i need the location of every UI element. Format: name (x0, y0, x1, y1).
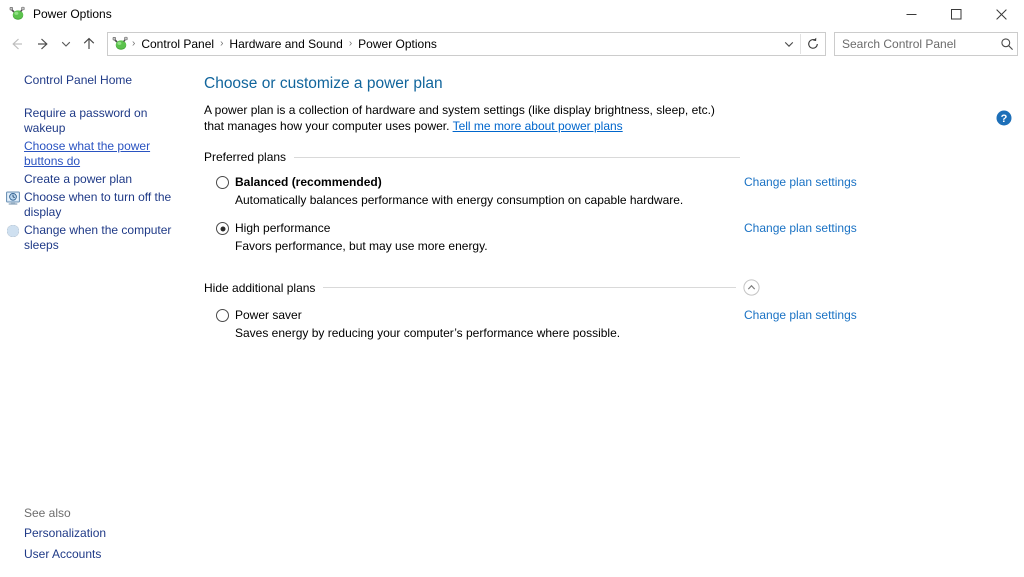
back-button[interactable] (4, 31, 30, 57)
see-also-title: See also (24, 506, 71, 520)
window-title: Power Options (33, 7, 112, 21)
close-icon (996, 8, 1007, 20)
address-bar: › Control Panel › Hardware and Sound › P… (0, 28, 1024, 60)
title-bar: Power Options (0, 0, 1024, 28)
change-plan-settings-link[interactable]: Change plan settings (744, 221, 857, 235)
plan-action-power-saver: Change plan settings (744, 308, 1024, 322)
sidebar-item-create-power-plan[interactable]: Create a power plan (0, 171, 200, 188)
search-icon[interactable] (997, 34, 1017, 54)
page-description: A power plan is a collection of hardware… (204, 102, 738, 134)
svg-text:?: ? (1001, 113, 1008, 125)
moon-sleep-icon (5, 223, 21, 239)
address-dropdown-button[interactable] (778, 34, 800, 54)
plan-description: Favors performance, but may use more ene… (235, 239, 488, 253)
sidebar-item-label[interactable]: Require a password on wakeup (24, 105, 192, 137)
refresh-button[interactable] (800, 34, 825, 54)
radio-balanced[interactable] (216, 176, 229, 189)
radio-high-performance[interactable] (216, 222, 229, 235)
sidebar-item-label[interactable]: Change when the computer sleeps (24, 222, 192, 254)
plan-action-balanced: Change plan settings (744, 175, 1024, 189)
sidebar-item-label[interactable]: Choose what the power buttons do (24, 138, 192, 170)
maximize-button[interactable] (934, 0, 979, 28)
main-panel: ? Choose or customize a power plan A pow… (200, 60, 1024, 577)
plan-name[interactable]: High performance (235, 221, 330, 235)
section-label: Preferred plans (204, 150, 287, 164)
breadcrumb-bar[interactable]: › Control Panel › Hardware and Sound › P… (107, 32, 826, 56)
breadcrumb-item-control-panel[interactable]: Control Panel (136, 34, 219, 54)
section-header-preferred-plans: Preferred plans (204, 150, 1024, 164)
plan-description: Automatically balances performance with … (235, 193, 684, 207)
close-button[interactable] (979, 0, 1024, 28)
up-button[interactable] (76, 31, 102, 57)
maximize-icon (951, 8, 962, 19)
sidebar-item-computer-sleeps[interactable]: Change when the computer sleeps (0, 222, 200, 254)
radio-power-saver[interactable] (216, 309, 229, 322)
chevron-up-circle-icon[interactable] (743, 279, 760, 296)
search-box[interactable] (834, 32, 1018, 56)
see-also-section: See also Personalization User Accounts (0, 504, 200, 565)
sidebar-item-control-panel-home[interactable]: Control Panel Home (24, 72, 200, 90)
page-title: Choose or customize a power plan (204, 75, 443, 92)
content-area: Control Panel Home Require a password on… (0, 60, 1024, 577)
forward-button[interactable] (30, 31, 56, 57)
sidebar-item-label[interactable]: Choose when to turn off the display (24, 189, 192, 221)
sidebar-item-require-password[interactable]: Require a password on wakeup (0, 105, 200, 137)
plan-name[interactable]: Balanced (recommended) (235, 175, 382, 189)
help-question-icon[interactable]: ? (996, 110, 1012, 126)
chevron-down-icon (61, 41, 71, 47)
search-input[interactable] (835, 37, 997, 51)
power-plug-icon (9, 6, 25, 22)
monitor-clock-icon (5, 190, 21, 206)
change-plan-settings-link[interactable]: Change plan settings (744, 175, 857, 189)
arrow-left-icon (12, 38, 22, 50)
see-also-link-personalization[interactable]: Personalization (24, 523, 200, 544)
plan-action-high-performance: Change plan settings (744, 221, 1024, 235)
tell-me-more-link[interactable]: Tell me more about power plans (453, 119, 623, 133)
sidebar-item-label[interactable]: Create a power plan (24, 171, 192, 188)
plan-row-balanced: Balanced (recommended) Automatically bal… (204, 175, 1024, 207)
plan-row-power-saver: Power saver Saves energy by reducing you… (204, 308, 1024, 340)
power-plug-icon (112, 36, 128, 52)
plan-name[interactable]: Power saver (235, 308, 302, 322)
section-header-hide-additional-plans: Hide additional plans (204, 279, 1024, 296)
minimize-icon (906, 13, 917, 15)
sidebar-item-turn-off-display[interactable]: Choose when to turn off the display (0, 189, 200, 221)
plan-row-high-performance: High performance Favors performance, but… (204, 221, 1024, 253)
breadcrumb-item-hardware-and-sound[interactable]: Hardware and Sound (224, 34, 347, 54)
see-also-link-user-accounts[interactable]: User Accounts (24, 544, 200, 565)
refresh-icon (808, 37, 818, 49)
arrow-up-icon (83, 37, 95, 49)
section-divider (323, 287, 736, 288)
section-label: Hide additional plans (204, 280, 316, 295)
minimize-button[interactable] (889, 0, 934, 28)
breadcrumb-item-power-options[interactable]: Power Options (353, 34, 442, 54)
arrow-right-icon (38, 38, 48, 50)
section-divider (294, 156, 740, 158)
sidebar-item-power-buttons[interactable]: Choose what the power buttons do (0, 138, 200, 170)
chevron-down-icon (784, 42, 794, 47)
change-plan-settings-link[interactable]: Change plan settings (744, 308, 857, 322)
sidebar: Control Panel Home Require a password on… (0, 60, 200, 577)
recent-locations-button[interactable] (56, 31, 76, 57)
plan-description: Saves energy by reducing your computer’s… (235, 326, 621, 340)
window-controls (889, 0, 1024, 28)
